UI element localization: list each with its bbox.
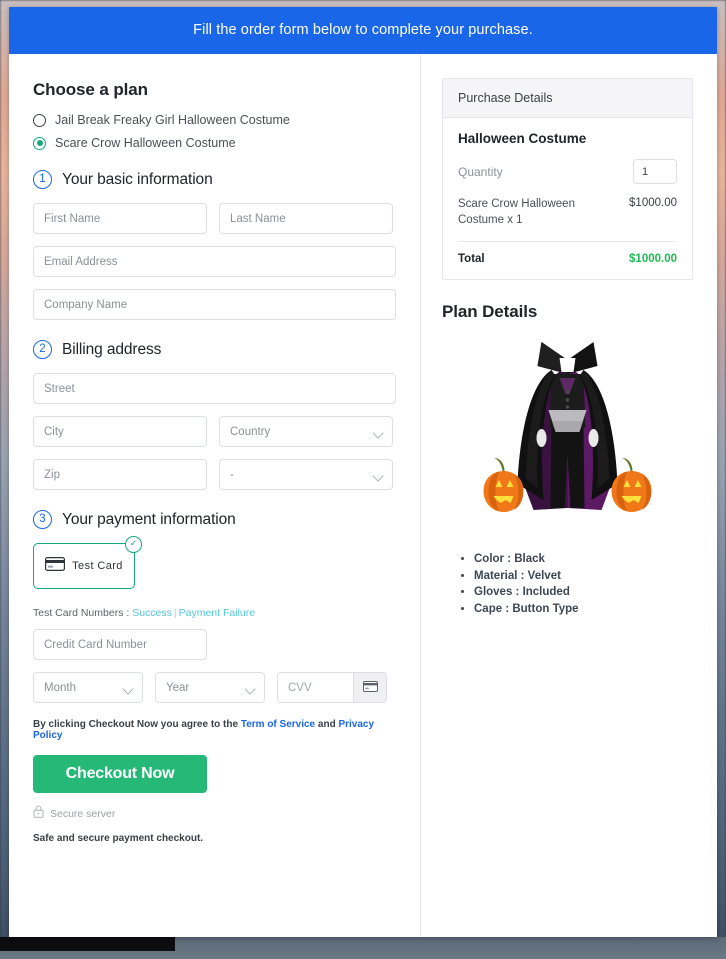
- spec-item: Color : Black: [474, 551, 693, 568]
- last-name-input[interactable]: [219, 203, 393, 234]
- terms-prefix: By clicking Checkout Now you agree to th…: [33, 719, 239, 730]
- company-input[interactable]: [33, 289, 396, 320]
- test-card-success-link[interactable]: Success: [132, 607, 172, 619]
- radio-scare-crow[interactable]: [33, 136, 46, 150]
- radio-jail-break[interactable]: [33, 113, 46, 127]
- street-row: [33, 373, 396, 404]
- cvv-help-button[interactable]: [353, 673, 386, 702]
- plan-option-scare-crow[interactable]: Scare Crow Halloween Costume: [33, 136, 396, 150]
- terms-text: By clicking Checkout Now you agree to th…: [33, 719, 396, 741]
- month-select[interactable]: Month: [33, 672, 143, 703]
- total-value: $1000.00: [629, 253, 677, 266]
- link-separator: |: [173, 607, 177, 619]
- email-input[interactable]: [33, 246, 396, 277]
- step-title-basic: Your basic information: [62, 170, 213, 188]
- desktop-taskbar: [0, 937, 726, 959]
- state-select[interactable]: -: [219, 459, 393, 490]
- test-card-numbers-line: Test Card Numbers : Success | Payment Fail…: [33, 607, 396, 619]
- cvv-group[interactable]: [277, 672, 387, 703]
- credit-card-number-input[interactable]: [33, 629, 207, 660]
- quantity-row: Quantity: [458, 159, 677, 184]
- step-number-1: 1: [33, 170, 52, 189]
- step-title-payment: Your payment information: [62, 510, 236, 528]
- test-card-prefix: Test Card Numbers :: [33, 607, 130, 619]
- checkout-page: Fill the order form below to complete yo…: [9, 7, 717, 937]
- plan-label-scare-crow: Scare Crow Halloween Costume: [55, 136, 236, 150]
- plan-spec-list: Color : Black Material : Velvet Gloves :…: [460, 551, 693, 618]
- quantity-label: Quantity: [458, 164, 503, 179]
- lock-icon: [33, 805, 44, 823]
- step-title-billing: Billing address: [62, 340, 162, 358]
- plan-label-jail-break: Jail Break Freaky Girl Halloween Costume: [55, 113, 290, 127]
- credit-card-number-row: [33, 629, 396, 660]
- secure-server-row: Secure server: [33, 805, 396, 823]
- choose-plan-title: Choose a plan: [33, 80, 148, 99]
- street-input[interactable]: [33, 373, 396, 404]
- line-item-description: Scare Crow Halloween Costume x 1: [458, 198, 575, 226]
- credit-card-icon: [362, 679, 378, 697]
- quantity-input[interactable]: [633, 159, 677, 184]
- purchase-details-card: Purchase Details Halloween Costume Quant…: [442, 78, 693, 281]
- secure-server-text: Secure server: [50, 808, 116, 820]
- spec-item: Cape : Button Type: [474, 601, 693, 618]
- page-banner: Fill the order form below to complete yo…: [9, 7, 717, 54]
- purchase-details-header: Purchase Details: [443, 79, 692, 118]
- first-name-input[interactable]: [33, 203, 207, 234]
- zip-state-row: -: [33, 459, 396, 490]
- safe-checkout-text: Safe and secure payment checkout.: [33, 833, 204, 844]
- country-select[interactable]: Country: [219, 416, 393, 447]
- step-basic-information: 1 Your basic information: [33, 170, 396, 189]
- checkout-now-button[interactable]: Checkout Now: [33, 755, 207, 793]
- name-row: [33, 203, 396, 234]
- year-select-wrap[interactable]: Year: [155, 672, 265, 703]
- city-country-row: Country: [33, 416, 396, 447]
- year-select[interactable]: Year: [155, 672, 265, 703]
- company-row: [33, 289, 396, 320]
- spec-item: Gloves : Included: [474, 584, 693, 601]
- step-number-3: 3: [33, 510, 52, 529]
- order-form-column: Choose a plan Jail Break Freaky Girl Hal…: [9, 54, 421, 937]
- line-item-price: $1000.00: [629, 197, 677, 209]
- step-billing-address: 2 Billing address: [33, 340, 396, 359]
- email-row: [33, 246, 396, 277]
- step-number-2: 2: [33, 340, 52, 359]
- terms-and: and: [317, 719, 336, 730]
- check-icon: ✓: [125, 536, 142, 553]
- plan-details-title: Plan Details: [442, 302, 538, 322]
- page-body: Choose a plan Jail Break Freaky Girl Hal…: [9, 54, 717, 937]
- summary-column: Purchase Details Halloween Costume Quant…: [421, 54, 717, 937]
- expiry-cvv-row: Month Year: [33, 672, 396, 703]
- country-select-wrap[interactable]: Country: [219, 416, 393, 447]
- test-card-failure-link[interactable]: Payment Failure: [179, 607, 255, 619]
- product-name: Halloween Costume: [458, 131, 587, 146]
- costume-image: [447, 328, 688, 534]
- credit-card-icon: [45, 556, 66, 576]
- cvv-input[interactable]: [278, 673, 353, 702]
- purchase-details-body: Halloween Costume Quantity Scare Crow Ha…: [443, 118, 692, 279]
- total-label: Total: [458, 253, 485, 266]
- payment-method-test-card[interactable]: Test Card ✓: [33, 536, 142, 589]
- payment-method-label: Test Card: [72, 560, 123, 572]
- city-input[interactable]: [33, 416, 207, 447]
- month-select-wrap[interactable]: Month: [33, 672, 143, 703]
- total-row: Total $1000.00: [458, 242, 677, 265]
- zip-input[interactable]: [33, 459, 207, 490]
- plan-option-jail-break[interactable]: Jail Break Freaky Girl Halloween Costume: [33, 113, 396, 127]
- state-select-wrap[interactable]: -: [219, 459, 393, 490]
- step-payment-information: 3 Your payment information: [33, 510, 396, 529]
- spec-item: Material : Velvet: [474, 568, 693, 585]
- line-item-row: Scare Crow Halloween Costume x 1 $1000.0…: [458, 197, 677, 243]
- term-of-service-link[interactable]: Term of Service: [241, 719, 315, 730]
